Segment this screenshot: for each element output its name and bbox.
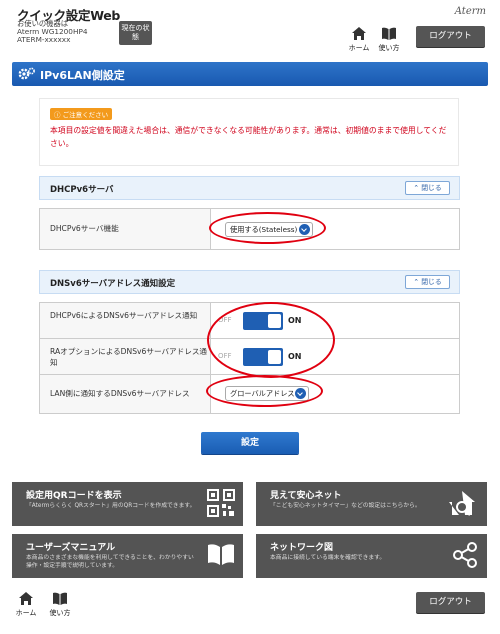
close-label: 閉じる — [421, 278, 442, 286]
gear-icon — [18, 67, 35, 80]
warning-badge: ⓘ ご注意ください — [50, 108, 113, 120]
book-icon — [382, 27, 396, 40]
highlight-oval-toggles — [207, 302, 335, 378]
footer-home-label: ホーム — [15, 609, 37, 617]
tile-title: 見えて安心ネット — [270, 491, 342, 501]
tile-title: ユーザーズマニュアル — [26, 543, 116, 553]
page-title-bar: IPv6LAN側設定 — [12, 62, 488, 86]
help-button[interactable]: 使い方 — [374, 26, 404, 53]
dnsv6-section-header: DNSv6サーバアドレス通知設定 ⌃ 閉じる — [39, 270, 460, 294]
tile-qr-code[interactable]: 設定用QRコードを表示 「Atermらくらく QRスタート」用のQRコードを作成… — [12, 482, 243, 526]
dhcpv6-section-header: DHCPv6サーバ ⌃ 閉じる — [39, 176, 460, 200]
apply-button[interactable]: 設定 — [201, 432, 299, 454]
dhcpv6-section-title: DHCPv6サーバ — [50, 185, 114, 195]
tile-title: 設定用QRコードを表示 — [26, 491, 122, 501]
dnsv6-lan-label: LAN側に通知するDNSv6サーバアドレス — [50, 389, 190, 398]
footer-home-button[interactable]: ホーム — [11, 591, 41, 618]
home-icon — [352, 27, 366, 40]
warning-badge-label: ご注意ください — [62, 111, 109, 119]
tile-mieteanshin[interactable]: 見えて安心ネット 「こども安心ネットタイマー」などの設定はこちらから。 — [256, 482, 487, 526]
device-info: お使いの機器は Aterm WG1200HP4 ATERM-xxxxxx — [17, 20, 87, 44]
tile-title: ネットワーク図 — [270, 543, 334, 553]
footer: ホーム 使い方 ログアウト — [0, 584, 500, 634]
chevron-up-icon: ⌃ — [413, 184, 420, 192]
brand-logo: Aterm — [454, 6, 486, 17]
dnsv6-close-button[interactable]: ⌃ 閉じる — [405, 275, 450, 289]
device-id: ATERM-xxxxxx — [17, 35, 71, 44]
footer-logout-button[interactable]: ログアウト — [416, 592, 485, 613]
share-network-icon — [453, 542, 477, 568]
home-label: ホーム — [348, 44, 370, 52]
home-search-icon — [449, 491, 475, 516]
chevron-up-icon: ⌃ — [413, 278, 420, 286]
highlight-oval-dhcpv6 — [209, 212, 326, 244]
footer-help-label: 使い方 — [49, 609, 71, 617]
warning-text: 本項目の設定値を間違えた場合は、通信ができなくなる可能性があります。通常は、初期… — [50, 126, 447, 148]
book-icon — [208, 544, 234, 565]
home-button[interactable]: ホーム — [344, 26, 374, 53]
dhcpv6-function-label: DHCPv6サーバ機能 — [50, 224, 119, 233]
dnsv6-section-title: DNSv6サーバアドレス通知設定 — [50, 279, 176, 289]
help-label: 使い方 — [378, 44, 400, 52]
page-title: IPv6LAN側設定 — [40, 69, 125, 82]
tile-desc: 本商品のさまざまな機能を利用してできることを、わかりやすい操作・設定手順で説明し… — [26, 555, 194, 569]
status-button[interactable]: 現在の状態 — [119, 21, 152, 45]
tile-desc: 「こども安心ネットタイマー」などの設定はこちらから。 — [270, 503, 421, 509]
dnsv6-dhcp-label: DHCPv6によるDNSv6サーバアドレス通知 — [50, 311, 198, 320]
tile-desc: 本商品に接続している端末を確認できます。 — [270, 555, 386, 561]
footer-help-button[interactable]: 使い方 — [45, 591, 75, 618]
dnsv6-ra-label: RAオプションによるDNSv6サーバアドレス通知 — [50, 347, 208, 367]
logout-button[interactable]: ログアウト — [416, 26, 485, 47]
tile-desc: 「Atermらくらく QRスタート」用のQRコードを作成できます。 — [26, 503, 196, 509]
book-icon — [53, 592, 67, 605]
tile-users-manual[interactable]: ユーザーズマニュアル 本商品のさまざまな機能を利用してできることを、わかりやすい… — [12, 534, 243, 578]
tile-network-map[interactable]: ネットワーク図 本商品に接続している端末を確認できます。 — [256, 534, 487, 578]
warning-box: ⓘ ご注意ください 本項目の設定値を間違えた場合は、通信ができなくなる可能性があ… — [39, 98, 459, 166]
qr-code-icon — [207, 489, 235, 517]
close-label: 閉じる — [421, 184, 442, 192]
home-icon — [19, 592, 33, 605]
highlight-oval-lan — [206, 375, 323, 407]
alert-icon: ⓘ — [54, 111, 61, 119]
dhcpv6-close-button[interactable]: ⌃ 閉じる — [405, 181, 450, 195]
